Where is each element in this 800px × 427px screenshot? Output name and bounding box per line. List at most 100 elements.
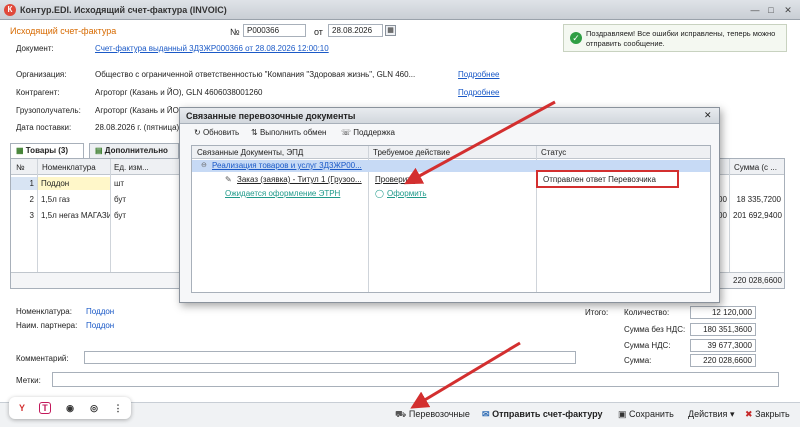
send-icon: ✉	[482, 409, 490, 419]
list-item[interactable]: Ожидается оформление ЭТРН ◯ Оформить	[192, 187, 710, 200]
title-bar: К Контур.EDI. Исходящий счет-фактура (IN…	[0, 0, 800, 20]
status-highlight	[536, 170, 679, 188]
partner-label: Наим. партнера:	[16, 321, 78, 330]
refresh-label: Обновить	[202, 128, 240, 137]
circle-icon: ◯	[375, 189, 384, 198]
dialog-table-header: Связанные Документы, ЭПД Требуемое дейст…	[192, 146, 710, 159]
text-tool-icon[interactable]: T	[39, 402, 51, 414]
sum-novat-label: Сумма без НДС:	[624, 325, 686, 334]
exchange-icon: ⇅	[251, 128, 258, 137]
row-number: 1	[11, 177, 37, 190]
number-input[interactable]: P000366	[243, 24, 306, 37]
send-invoice-label: Отправить счет-фактуру	[492, 409, 603, 419]
org-more-link[interactable]: Подробнее	[458, 70, 500, 79]
app-logo-icon: К	[4, 4, 16, 16]
sum-novat-value: 180 351,3600	[690, 323, 756, 336]
qty-value: 12 120,000	[690, 306, 756, 319]
exchange-button[interactable]: ⇅ Выполнить обмен	[251, 126, 326, 140]
col-docs: Связанные Документы, ЭПД	[197, 148, 304, 157]
sum-value: 220 028,6600	[690, 354, 756, 367]
truck-icon: ⛟	[395, 409, 407, 419]
row-unit: шт	[114, 179, 125, 188]
doc-link[interactable]: Реализация товаров и услуг 3Д3ЖР00...	[209, 159, 367, 172]
org-label: Организация:	[16, 70, 67, 79]
yandex-icon[interactable]: Y	[15, 401, 29, 415]
minimize-button[interactable]: —	[748, 4, 762, 16]
date-input[interactable]: 28.08.2026	[328, 24, 383, 37]
refresh-icon: ↻	[194, 128, 201, 137]
support-button[interactable]: ☏ Поддержка	[341, 126, 395, 140]
qty-label: Количество:	[624, 308, 670, 317]
contractor-label: Контрагент:	[16, 88, 60, 97]
close-label: Закрыть	[755, 409, 790, 419]
tab-goods[interactable]: ▦ Товары (3)	[10, 143, 84, 159]
row-sum: 18 335,7200	[736, 195, 782, 204]
goods-tab-icon: ▦	[16, 146, 24, 155]
camera-icon[interactable]: ◎	[87, 401, 101, 415]
vat-value: 39 677,3000	[690, 339, 756, 352]
window-title: Контур.EDI. Исходящий счет-фактура (INVO…	[20, 5, 227, 15]
tab-goods-label: Товары (3)	[25, 146, 69, 155]
dialog-close-button[interactable]: ✕	[704, 110, 712, 121]
save-icon: ▣	[618, 409, 627, 419]
document-label: Документ:	[16, 44, 54, 53]
date-label: от	[314, 27, 323, 37]
partner-value[interactable]: Поддон	[86, 321, 114, 330]
close-window-button[interactable]: ✕	[781, 4, 795, 16]
success-notice: ✓ Поздравляем! Все ошибки исправлены, те…	[563, 24, 787, 52]
doc-link[interactable]: Заказ (заявка) - Титул 1 (Грузоо...	[234, 173, 368, 186]
row-name: 1,5л негаз МАГАЗИНЫ	[41, 211, 110, 220]
total-sum: 220 028,6600	[733, 276, 782, 285]
row-name: 1,5л газ	[41, 195, 70, 204]
total-label: Итого:	[585, 308, 609, 317]
save-label: Сохранить	[629, 409, 674, 419]
vat-label: Сумма НДС:	[624, 341, 671, 350]
col-unit: Ед. изм...	[114, 163, 149, 172]
dialog-title-bar: Связанные перевозочные документы ✕	[180, 108, 719, 124]
doc-link[interactable]: Ожидается оформление ЭТРН	[222, 187, 368, 200]
table-row[interactable]: 1 Поддон шт	[11, 177, 181, 190]
calendar-icon[interactable]: ▦	[385, 25, 396, 36]
row-unit: бут	[114, 195, 127, 204]
delivery-value: 28.08.2026 г. (пятница)	[95, 123, 179, 132]
more-icon[interactable]: ⋮	[111, 401, 125, 415]
col-number: №	[16, 163, 25, 172]
maximize-button[interactable]: □	[764, 4, 778, 16]
marks-label: Метки:	[16, 376, 41, 385]
action-link[interactable]: Оформить	[384, 187, 430, 200]
contractor-more-link[interactable]: Подробнее	[458, 88, 500, 97]
org-value: Общество с ограниченной ответственностью…	[95, 70, 416, 79]
floating-toolbar: Y T ◉ ◎ ⋮	[9, 397, 131, 419]
comment-input[interactable]	[84, 351, 576, 364]
dialog-title: Связанные перевозочные документы	[186, 111, 356, 121]
save-button[interactable]: ▣ Сохранить	[618, 408, 674, 421]
row-number: 2	[29, 195, 34, 204]
transport-docs-button[interactable]: ⛟ Перевозочные	[395, 408, 470, 421]
close-button[interactable]: ✖ Закрыть	[745, 408, 790, 421]
doc-type-label: Исходящий счет-фактура	[10, 26, 117, 36]
col-sum: Сумма (с ...	[734, 163, 777, 172]
additional-tab-icon: ▤	[95, 146, 103, 155]
row-name: Поддон	[38, 177, 110, 190]
row-sum: 201 692,9400	[733, 211, 782, 220]
send-invoice-button[interactable]: ✉ Отправить счет-фактуру	[482, 408, 603, 421]
document-link[interactable]: Счет-фактура выданный 3Д3ЖР000366 от 28.…	[95, 44, 329, 53]
support-icon: ☏	[341, 128, 352, 137]
actions-button[interactable]: Действия ▾	[688, 408, 734, 421]
eye-icon[interactable]: ◉	[63, 401, 77, 415]
notice-text: Поздравляем! Все ошибки исправлены, тепе…	[586, 29, 776, 48]
tab-additional-label: Дополнительно	[104, 146, 168, 155]
actions-label: Действия	[688, 409, 728, 419]
transport-docs-label: Перевозочные	[408, 409, 470, 419]
refresh-button[interactable]: ↻ Обновить	[194, 126, 239, 140]
contractor-value: Агроторг (Казань и ЙО), GLN 460603800126…	[95, 88, 263, 97]
linked-docs-table: Связанные Документы, ЭПД Требуемое дейст…	[191, 145, 711, 293]
delivery-label: Дата поставки:	[16, 123, 72, 132]
marks-input[interactable]	[52, 372, 779, 387]
col-action: Требуемое действие	[373, 148, 451, 157]
action-link[interactable]: Проверить	[372, 173, 418, 186]
exchange-label: Выполнить обмен	[259, 128, 327, 137]
nomenclature-value[interactable]: Поддон	[86, 307, 114, 316]
support-label: Поддержка	[353, 128, 395, 137]
tab-additional[interactable]: ▤ Дополнительно	[89, 143, 179, 158]
